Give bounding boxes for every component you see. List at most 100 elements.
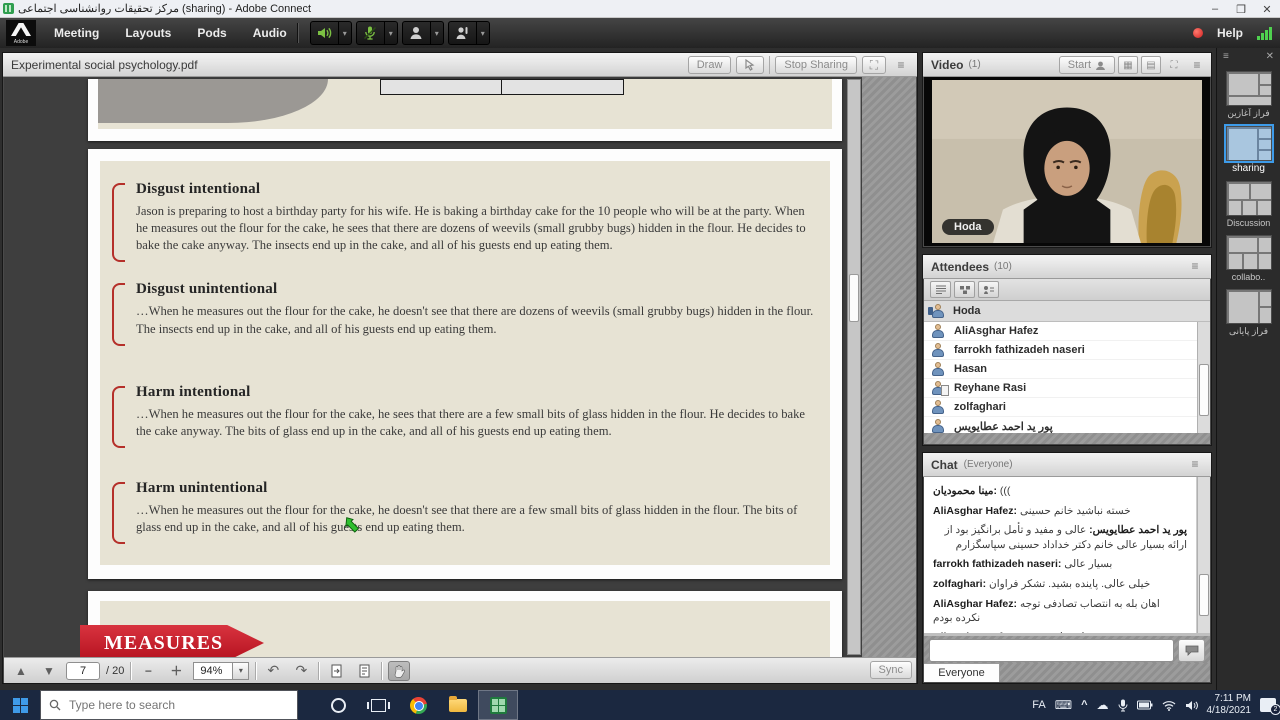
menu-layouts[interactable]: Layouts — [125, 26, 171, 40]
sync-button[interactable]: Sync — [870, 661, 912, 679]
adobe-connect-taskbar-button[interactable] — [478, 690, 518, 720]
layout-sharing[interactable]: sharing — [1217, 126, 1280, 174]
layout-collaboration[interactable]: collabo.. — [1217, 235, 1280, 282]
layouts-close-icon[interactable]: ✕ — [1266, 51, 1274, 62]
rotate-left-button[interactable]: ↶ — [262, 661, 284, 681]
video-fullscreen-icon[interactable]: ⛶ — [1164, 56, 1184, 74]
chat-input[interactable] — [929, 639, 1174, 662]
raise-hand-button[interactable]: ▾ — [448, 21, 490, 45]
rotate-right-button[interactable]: ↷ — [290, 661, 312, 681]
connection-signal-icon[interactable] — [1257, 27, 1272, 40]
document-scrollbar-thumb[interactable] — [849, 274, 859, 322]
search-input[interactable] — [69, 698, 269, 712]
share-pod: Experimental social psychology.pdf Draw … — [2, 52, 918, 684]
maximize-button[interactable]: ❒ — [1228, 0, 1254, 18]
video-area: Hoda — [924, 77, 1210, 246]
attendee-row[interactable]: farrokh fathizadeh naseri — [924, 341, 1210, 360]
chat-scrollbar-thumb[interactable] — [1199, 574, 1209, 616]
menu-meeting[interactable]: Meeting — [54, 26, 99, 40]
zoom-level-select[interactable]: 94% ▾ — [193, 662, 249, 680]
hand-tool-button[interactable] — [388, 661, 410, 681]
chat-pod-menu-icon[interactable]: ≡ — [1185, 457, 1205, 472]
send-message-button[interactable] — [1178, 639, 1205, 662]
chat-pod: Chat (Everyone) ≡ مینا محمودیان ((( AliA… — [922, 452, 1212, 684]
next-page-button[interactable]: ▼ — [38, 661, 60, 681]
attendees-pod-menu-icon[interactable]: ≡ — [1185, 259, 1205, 274]
action-center-icon[interactable]: 2 — [1260, 698, 1276, 712]
onedrive-cloud-icon[interactable]: ☁ — [1097, 698, 1109, 712]
attendee-row-host[interactable]: Hoda — [924, 301, 1210, 322]
chat-messages[interactable]: مینا محمودیان ((( AliAsghar Hafez خسته ن… — [924, 477, 1197, 633]
raise-hand-dropdown[interactable]: ▾ — [476, 22, 489, 44]
tray-microphone-icon[interactable] — [1118, 699, 1128, 712]
layout-discussion[interactable]: Discussion — [1217, 181, 1280, 228]
slide-decoration — [98, 79, 328, 123]
file-explorer-button[interactable] — [438, 690, 478, 720]
adobe-logo[interactable]: Adobe — [6, 20, 36, 46]
chrome-button[interactable] — [398, 690, 438, 720]
attendee-row[interactable]: zolfaghari — [924, 398, 1210, 417]
attendee-row[interactable]: پور ید احمد عطایویس — [924, 417, 1210, 433]
attendees-resize-area — [924, 433, 1210, 444]
share-pod-menu-icon[interactable]: ≡ — [891, 58, 911, 73]
status-view-icon[interactable] — [978, 281, 999, 298]
cortana-button[interactable] — [318, 690, 358, 720]
fit-page-icon[interactable] — [353, 661, 375, 681]
menu-pods[interactable]: Pods — [197, 26, 226, 40]
zoom-dropdown-icon[interactable]: ▾ — [233, 662, 249, 680]
zoom-in-button[interactable]: ＋ — [165, 661, 187, 681]
chat-scrollbar[interactable] — [1197, 477, 1210, 633]
microphone-dropdown[interactable]: ▾ — [384, 22, 397, 44]
zoom-out-button[interactable]: − — [137, 661, 159, 681]
taskbar-clock[interactable]: 7:11 PM 4/18/2021 — [1207, 693, 1252, 718]
microphone-button[interactable]: ▾ — [356, 21, 398, 45]
chat-tab-everyone[interactable]: Everyone — [924, 663, 1000, 682]
video-pod-menu-icon[interactable]: ≡ — [1187, 58, 1207, 73]
volume-icon[interactable] — [1185, 700, 1198, 711]
start-button[interactable] — [0, 690, 40, 720]
layout-closing[interactable]: فراز پایانی — [1217, 289, 1280, 337]
attendees-scrollbar-thumb[interactable] — [1199, 364, 1209, 416]
attendee-row[interactable]: Hasan — [924, 360, 1210, 379]
speaker-button[interactable]: ▾ — [310, 21, 352, 45]
webcam-feed: Hoda — [932, 80, 1202, 243]
pointer-tool-button[interactable] — [736, 56, 764, 74]
attendee-row[interactable]: AliAsghar Hafez — [924, 322, 1210, 341]
minimize-button[interactable]: – — [1202, 0, 1228, 18]
stop-sharing-button[interactable]: Stop Sharing — [775, 56, 857, 74]
task-view-button[interactable] — [358, 690, 398, 720]
speaker-dropdown[interactable]: ▾ — [338, 22, 351, 44]
fullscreen-icon[interactable]: ⛶ — [862, 56, 886, 74]
language-indicator[interactable]: FA — [1032, 699, 1045, 711]
prev-page-button[interactable]: ▲ — [10, 661, 32, 681]
start-webcam-button[interactable]: Start — [1059, 56, 1115, 74]
breakout-view-icon[interactable] — [954, 281, 975, 298]
document-canvas[interactable]: Disgust intentional Jason is preparing t… — [4, 77, 916, 657]
layout-opening[interactable]: فراز آغازین — [1217, 71, 1280, 119]
raise-hand-icon — [449, 25, 476, 41]
attendees-pod-title: Attendees — [931, 260, 989, 274]
attendees-list[interactable]: AliAsghar Hafez farrokh fathizadeh naser… — [924, 322, 1210, 433]
attendee-list-view-icon[interactable] — [930, 281, 951, 298]
battery-icon[interactable] — [1137, 700, 1153, 710]
attendee-row[interactable]: Reyhane Rasi — [924, 379, 1210, 398]
video-pod: Video (1) Start ▦ ▤ ⛶ ≡ — [922, 52, 1212, 248]
attendees-scrollbar[interactable] — [1197, 322, 1210, 433]
document-scrollbar[interactable] — [847, 79, 861, 655]
wifi-icon[interactable] — [1162, 700, 1176, 711]
filmstrip-view-icon[interactable]: ▤ — [1141, 56, 1161, 74]
grid-view-icon[interactable]: ▦ — [1118, 56, 1138, 74]
keyboard-icon[interactable]: ⌨ — [1055, 698, 1072, 712]
menu-audio[interactable]: Audio — [253, 26, 287, 40]
folder-icon — [449, 699, 467, 712]
menu-help[interactable]: Help — [1217, 26, 1243, 40]
webcam-dropdown[interactable]: ▾ — [430, 22, 443, 44]
layouts-menu-icon[interactable]: ≡ — [1223, 51, 1229, 62]
taskbar-search[interactable] — [40, 690, 298, 720]
page-number-input[interactable] — [66, 662, 100, 680]
fit-width-icon[interactable] — [325, 661, 347, 681]
draw-button[interactable]: Draw — [688, 56, 732, 74]
tray-chevron-icon[interactable]: ^ — [1081, 699, 1087, 711]
webcam-button[interactable]: ▾ — [402, 21, 444, 45]
close-button[interactable]: ✕ — [1254, 0, 1280, 18]
